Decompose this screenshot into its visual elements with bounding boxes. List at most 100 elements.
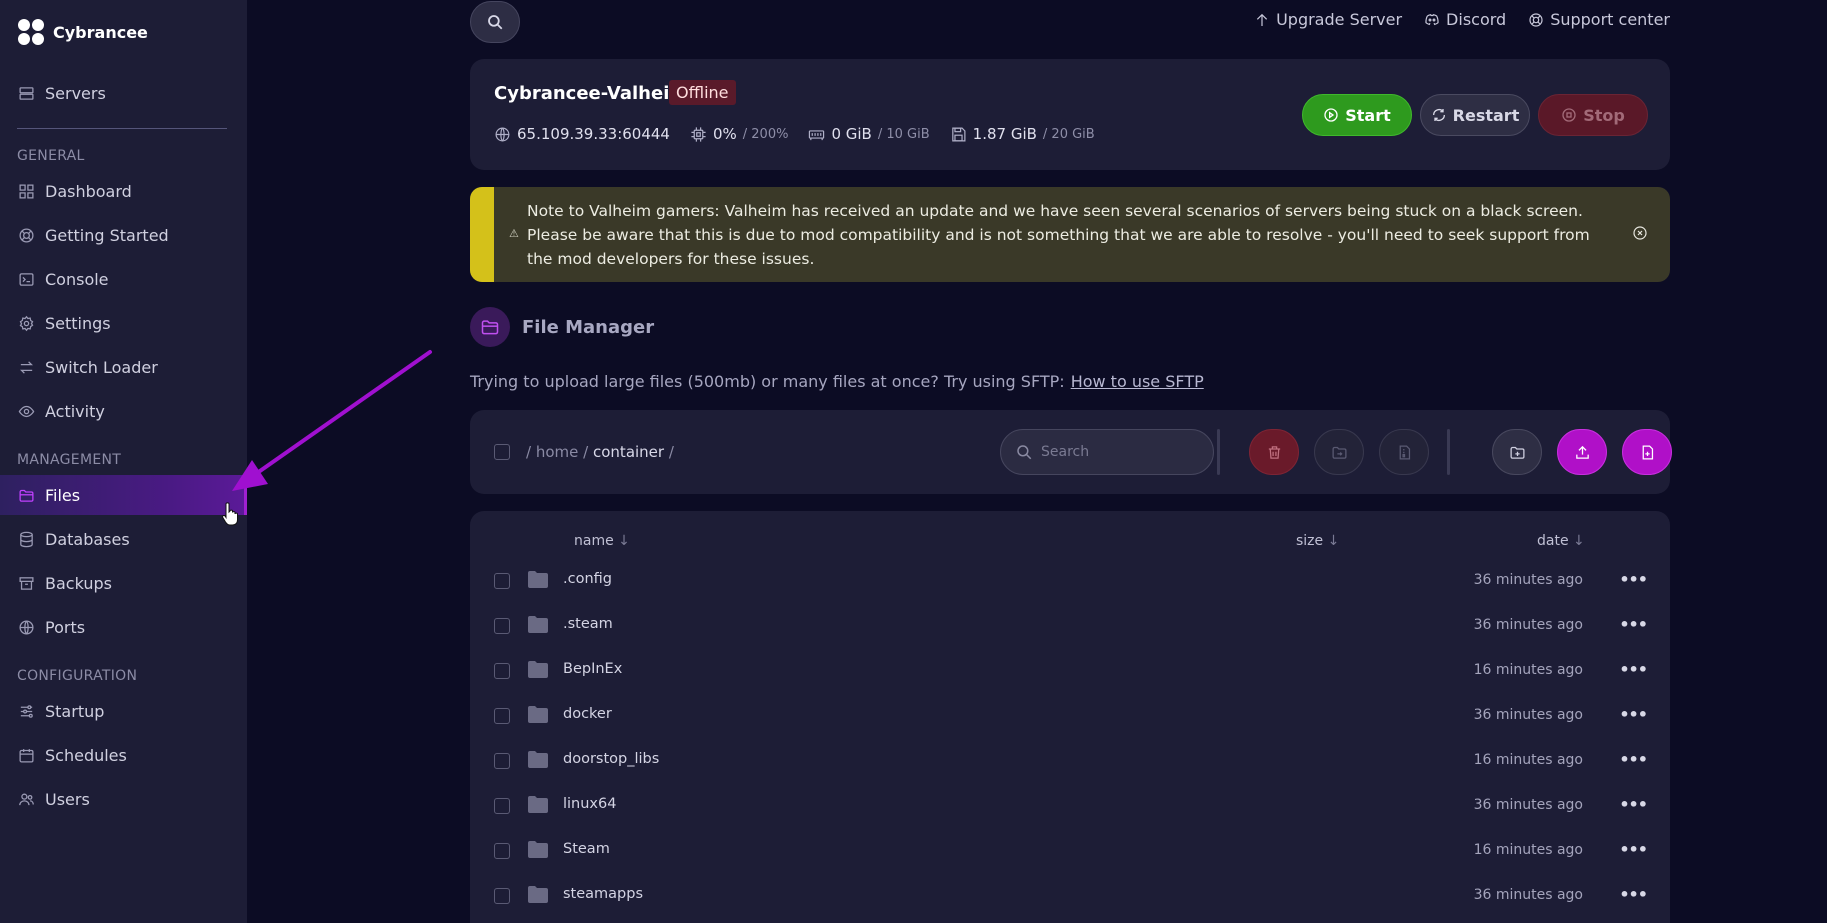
server-icon [19,86,34,100]
breadcrumb-home[interactable]: home [536,443,579,461]
more-options-button[interactable]: ••• [1619,795,1648,814]
status-badge: Offline [669,80,736,105]
file-name[interactable]: BepInEx [563,661,622,677]
terminal-icon [19,272,34,286]
sidebar-item-activity[interactable]: Activity [0,391,247,431]
file-manager-header: File Manager [470,307,654,347]
column-header-size[interactable]: size ↓ [1296,533,1339,549]
new-folder-button[interactable] [1492,429,1542,475]
sidebar-item-getting-started[interactable]: Getting Started [0,215,247,255]
warning-icon: ⚠ [509,227,519,240]
restart-button[interactable]: Restart [1420,94,1530,136]
row-checkbox[interactable] [494,663,510,679]
stat-memory: 0 GiB / 10 GiB [808,125,930,143]
row-checkbox[interactable] [494,888,510,904]
folder-icon [19,489,34,502]
stop-label: Stop [1583,105,1625,125]
stat-address: 65.109.39.33:60444 [494,125,670,143]
table-row[interactable]: doorstop_libs 16 minutes ago ••• [470,738,1670,783]
memory-value: 0 GiB [831,125,872,143]
breadcrumb-separator: / [583,443,589,461]
sidebar-item-console[interactable]: Console [0,259,247,299]
row-checkbox[interactable] [494,798,510,814]
sidebar-item-schedules[interactable]: Schedules [0,735,247,775]
sidebar-item-label: Startup [45,701,105,721]
gear-icon [19,315,34,331]
row-checkbox[interactable] [494,573,510,589]
upgrade-server-link[interactable]: Upgrade Server [1254,10,1402,29]
sidebar-item-databases[interactable]: Databases [0,519,247,559]
section-configuration: CONFIGURATION [17,668,138,684]
file-name[interactable]: .steam [563,616,613,632]
server-address[interactable]: 65.109.39.33:60444 [517,125,670,143]
sidebar-item-label: Dashboard [45,181,132,201]
move-button[interactable] [1314,429,1364,475]
table-row[interactable]: steamapps 36 minutes ago ••• [470,873,1670,918]
start-label: Start [1345,105,1391,125]
sidebar-item-backups[interactable]: Backups [0,563,247,603]
select-all-checkbox[interactable] [494,444,510,460]
table-row[interactable]: .steam 36 minutes ago ••• [470,603,1670,648]
database-icon [20,531,33,547]
file-name[interactable]: steamapps [563,886,643,902]
sidebar-item-label: Switch Loader [45,357,158,377]
row-checkbox[interactable] [494,843,510,859]
table-row[interactable]: docker 36 minutes ago ••• [470,693,1670,738]
sidebar-item-label: Servers [45,83,106,103]
global-search-button[interactable] [470,1,520,43]
more-options-button[interactable]: ••• [1619,885,1648,904]
new-file-button[interactable] [1622,429,1672,475]
delete-button[interactable] [1249,429,1299,475]
sidebar-item-label: Backups [45,573,112,593]
file-name[interactable]: Steam [563,841,610,857]
table-row[interactable]: Steam 16 minutes ago ••• [470,828,1670,873]
row-checkbox[interactable] [494,618,510,634]
archive-button[interactable] [1379,429,1429,475]
file-name[interactable]: linux64 [563,796,616,812]
breadcrumb-container[interactable]: container [593,443,664,461]
file-date: 16 minutes ago [1473,662,1583,678]
sidebar-item-servers[interactable]: Servers [0,73,247,113]
table-row[interactable]: linux64 36 minutes ago ••• [470,783,1670,828]
file-date: 36 minutes ago [1473,887,1583,903]
sidebar-item-ports[interactable]: Ports [0,607,247,647]
support-center-link[interactable]: Support center [1528,10,1670,29]
column-header-name[interactable]: name ↓ [574,533,630,549]
row-checkbox[interactable] [494,708,510,724]
upload-button[interactable] [1557,429,1607,475]
brand[interactable]: Cybrancee [17,18,148,46]
more-options-button[interactable]: ••• [1619,660,1648,679]
section-general: GENERAL [17,148,85,164]
more-options-button[interactable]: ••• [1619,840,1648,859]
file-name[interactable]: doorstop_libs [563,751,659,767]
sidebar-item-switch-loader[interactable]: Switch Loader [0,347,247,387]
row-checkbox[interactable] [494,753,510,769]
sidebar-item-settings[interactable]: Settings [0,303,247,343]
more-options-button[interactable]: ••• [1619,705,1648,724]
more-options-button[interactable]: ••• [1619,615,1648,634]
more-options-button[interactable]: ••• [1619,570,1648,589]
notice-close-button[interactable] [1632,225,1648,241]
table-row[interactable]: BepInEx 16 minutes ago ••• [470,648,1670,693]
more-options-button[interactable]: ••• [1619,750,1648,769]
sidebar-item-users[interactable]: Users [0,779,247,819]
restart-label: Restart [1452,105,1520,125]
column-header-date[interactable]: date ↓ [1537,533,1585,549]
table-row[interactable]: .config 36 minutes ago ••• [470,558,1670,603]
file-search-input[interactable] [1041,444,1191,460]
discord-link[interactable]: Discord [1424,10,1506,29]
sidebar-item-startup[interactable]: Startup [0,691,247,731]
server-stats: 65.109.39.33:60444 0% / 200% 0 GiB / 10 … [494,125,1095,143]
sidebar-item-label: Ports [45,617,86,637]
disk-value: 1.87 GiB [972,125,1037,143]
sftp-help-link[interactable]: How to use SFTP [1071,372,1204,391]
sidebar-item-dashboard[interactable]: Dashboard [0,171,247,211]
stop-button[interactable]: Stop [1538,94,1648,136]
sidebar-item-label: Schedules [45,745,127,765]
start-button[interactable]: Start [1302,94,1412,136]
sidebar-item-files[interactable]: Files [0,475,247,515]
file-name[interactable]: docker [563,706,612,722]
folder-icon [528,616,548,633]
file-name[interactable]: .config [563,571,612,587]
warning-notice: ⚠ Note to Valheim gamers: Valheim has re… [470,187,1670,282]
